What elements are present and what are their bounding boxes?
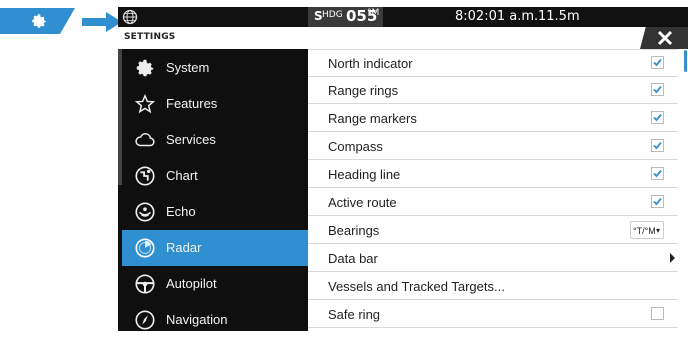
checkmark-icon	[653, 113, 662, 122]
depth-readout: 11.5m	[538, 9, 580, 24]
sidebar-item-label: Chart	[166, 168, 198, 183]
page-title: SETTINGS	[124, 32, 176, 42]
setting-label: Range rings	[328, 83, 399, 98]
heading-line-checkbox[interactable]	[651, 167, 664, 180]
checkmark-icon	[653, 58, 662, 67]
setting-bearings[interactable]: Bearings °T/°M ▾	[308, 217, 678, 244]
globe-icon[interactable]	[120, 7, 140, 27]
heading-unit: °M	[367, 8, 380, 18]
radar-icon	[135, 238, 155, 258]
safe-ring-checkbox[interactable]	[651, 307, 664, 320]
setting-label: North indicator	[328, 56, 413, 71]
echo-icon	[135, 202, 155, 222]
settings-tab[interactable]	[0, 8, 75, 34]
sidebar-item-autopilot[interactable]: Autopilot	[122, 266, 308, 302]
setting-range-rings[interactable]: Range rings	[308, 77, 678, 104]
checkmark-icon	[653, 141, 662, 150]
clock: 8:02:01 a.m.	[455, 9, 539, 24]
bearings-value: °T/°M	[633, 226, 656, 236]
close-icon[interactable]	[655, 28, 675, 48]
setting-label: Heading line	[328, 167, 401, 182]
north-indicator-checkbox[interactable]	[651, 56, 664, 69]
sidebar-item-label: Autopilot	[166, 276, 217, 291]
sidebar-item-system[interactable]: System	[122, 50, 308, 86]
heading-label: HDG	[322, 10, 343, 20]
setting-label: Active route	[328, 195, 397, 210]
setting-label: Vessels and Tracked Targets...	[328, 279, 505, 294]
setting-data-bar[interactable]: Data bar	[308, 245, 678, 272]
setting-compass[interactable]: Compass	[308, 133, 678, 160]
sidebar-item-services[interactable]: Services	[122, 122, 308, 158]
sidebar-item-echo[interactable]: Echo	[122, 194, 308, 230]
scroll-track	[678, 49, 688, 331]
compass-icon	[135, 310, 155, 330]
range-rings-checkbox[interactable]	[651, 83, 664, 96]
active-route-checkbox[interactable]	[651, 195, 664, 208]
checkmark-icon	[653, 169, 662, 178]
sidebar-item-label: Services	[166, 132, 216, 147]
setting-heading-line[interactable]: Heading line	[308, 161, 678, 188]
sidebar-item-label: Features	[166, 96, 218, 111]
setting-label: Compass	[328, 139, 383, 154]
status-bar	[118, 7, 688, 27]
scrollbar[interactable]	[684, 50, 687, 72]
checkmark-icon	[653, 85, 662, 94]
arrow-right-icon	[82, 12, 122, 32]
chart-icon	[135, 166, 155, 186]
settings-header	[118, 27, 688, 50]
gear-icon	[32, 14, 46, 28]
sidebar-item-label: System	[166, 60, 210, 75]
setting-label: Safe ring	[328, 307, 381, 322]
sidebar-item-label: Radar	[166, 240, 202, 255]
sidebar-item-features[interactable]: Features	[122, 86, 308, 122]
sidebar-item-navigation[interactable]: Navigation	[122, 302, 308, 338]
compass-checkbox[interactable]	[651, 139, 664, 152]
cloud-icon	[135, 133, 155, 147]
setting-label: Bearings	[328, 223, 380, 238]
setting-active-route[interactable]: Active route	[308, 189, 678, 216]
setting-north-indicator[interactable]: North indicator	[308, 50, 678, 77]
setting-safe-ring[interactable]: Safe ring	[308, 301, 678, 328]
setting-label: Data bar	[328, 251, 378, 266]
sidebar-item-chart[interactable]: Chart	[122, 158, 308, 194]
chevron-down-icon: ▾	[655, 226, 660, 235]
sidebar-item-label: Navigation	[166, 312, 228, 327]
star-icon	[134, 93, 156, 114]
setting-vessels-tracked-targets[interactable]: Vessels and Tracked Targets...	[308, 273, 678, 300]
steering-wheel-icon	[135, 274, 155, 294]
sidebar-item-label: Echo	[166, 204, 196, 219]
gear-icon	[136, 59, 154, 77]
setting-label: Range markers	[328, 111, 417, 126]
range-markers-checkbox[interactable]	[651, 111, 664, 124]
checkmark-icon	[653, 197, 662, 206]
bearings-dropdown[interactable]: °T/°M ▾	[630, 221, 664, 239]
submenu-arrow-icon	[670, 253, 675, 263]
setting-range-markers[interactable]: Range markers	[308, 105, 678, 132]
sidebar-item-radar[interactable]: Radar	[122, 230, 308, 266]
